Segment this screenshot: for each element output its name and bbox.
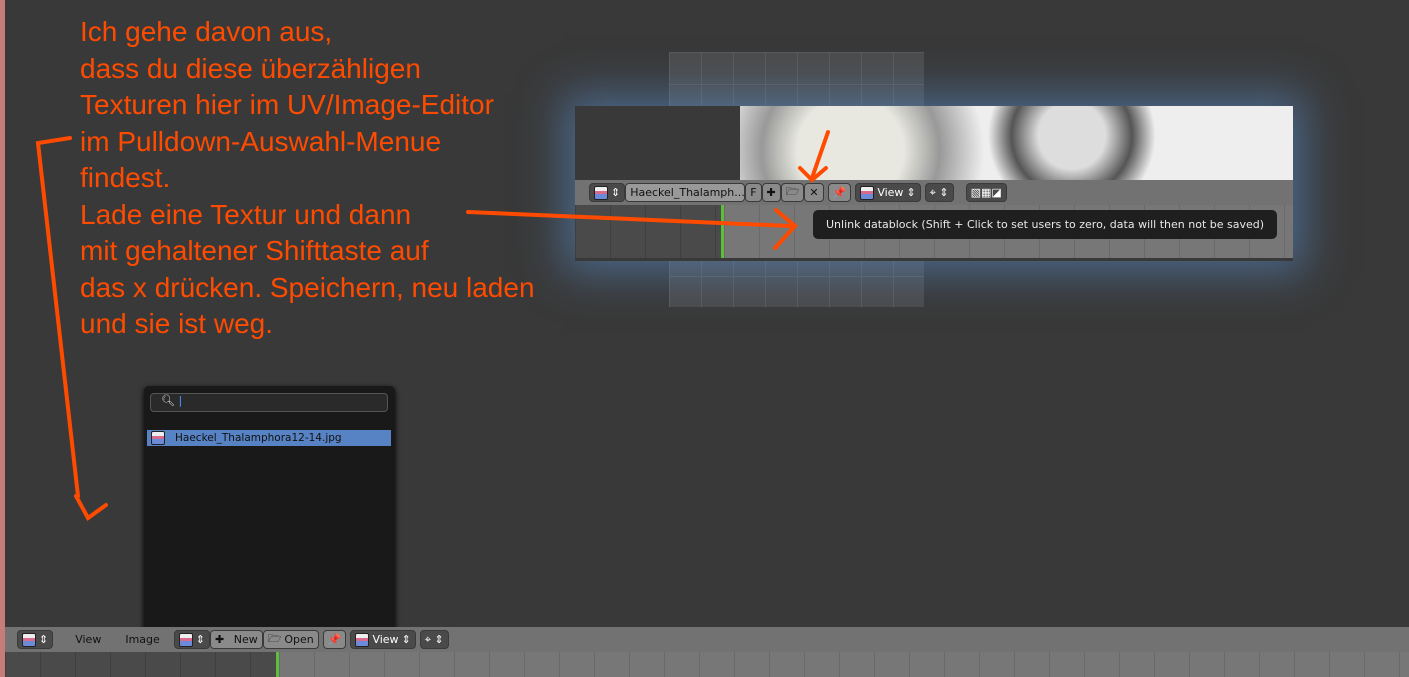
arrow-to-x bbox=[466, 210, 792, 228]
annotation-arrows bbox=[35, 130, 830, 521]
arrow-head bbox=[74, 494, 108, 521]
arrow-to-popup bbox=[35, 136, 80, 498]
arrow-head bbox=[773, 208, 798, 250]
